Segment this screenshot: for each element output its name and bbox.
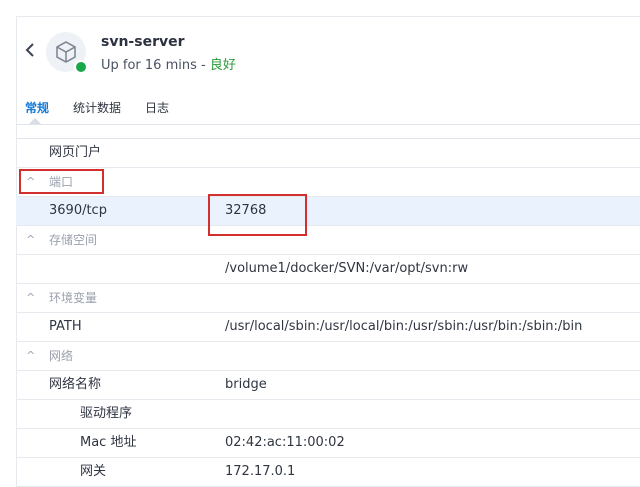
table-row-port[interactable]: 3690/tcp 32768	[16, 197, 640, 226]
chevron-up-icon: ^	[26, 349, 36, 362]
row-key: 网关	[80, 464, 107, 479]
section-label: 端口	[49, 175, 74, 189]
row-key: Mac 地址	[80, 435, 137, 450]
row-key: 驱动程序	[80, 406, 133, 421]
section-label: 存储空间	[49, 233, 98, 247]
tab-logs[interactable]: 日志	[145, 99, 169, 116]
chevron-up-icon: ^	[26, 291, 36, 304]
cube-icon	[56, 41, 76, 63]
container-name: svn-server	[101, 34, 185, 50]
row-value: /volume1/docker/SVN:/var/opt/svn:rw	[225, 261, 469, 276]
table-row-mac[interactable]: Mac 地址 02:42:ac:11:00:02	[16, 429, 640, 458]
table-row-gateway[interactable]: 网关 172.17.0.1	[16, 458, 640, 487]
chevron-left-icon[interactable]	[24, 42, 38, 60]
row-key: 网络名称	[49, 377, 102, 392]
details-grid: 网页门户 ^ 端口 3690/tcp 32768 ^ 存储空间 /volume1…	[16, 139, 640, 487]
table-row-network-name[interactable]: 网络名称 bridge	[16, 371, 640, 400]
section-label: 环境变量	[49, 291, 98, 305]
table-row-storage[interactable]: /volume1/docker/SVN:/var/opt/svn:rw	[16, 255, 640, 284]
tab-divider	[16, 124, 640, 125]
row-key: 3690/tcp	[49, 203, 107, 218]
tab-general[interactable]: 常规	[25, 99, 49, 116]
row-value: 02:42:ac:11:00:02	[225, 435, 345, 450]
status-indicator	[74, 60, 88, 74]
row-value: 172.17.0.1	[225, 464, 296, 479]
row-value: /usr/local/sbin:/usr/local/bin:/usr/sbin…	[225, 319, 583, 334]
tab-statistics[interactable]: 统计数据	[73, 99, 121, 116]
chevron-up-icon: ^	[26, 233, 36, 246]
section-header-ports[interactable]: ^ 端口	[16, 168, 640, 197]
row-value: 32768	[225, 203, 267, 218]
row-value: bridge	[225, 377, 267, 392]
section-label: 网络	[49, 349, 74, 363]
row-key: PATH	[49, 319, 82, 334]
section-header-env[interactable]: ^ 环境变量	[16, 284, 640, 313]
table-row-path[interactable]: PATH /usr/local/sbin:/usr/local/bin:/usr…	[16, 313, 640, 342]
table-row-driver[interactable]: 驱动程序	[16, 400, 640, 429]
uptime-text: Up for 16 mins	[101, 58, 197, 73]
container-status: Up for 16 mins - 良好	[101, 54, 236, 73]
chevron-up-icon: ^	[26, 175, 36, 188]
status-separator: -	[196, 58, 210, 73]
row-key: 网页门户	[49, 145, 102, 160]
table-row-web-portal[interactable]: 网页门户	[16, 139, 640, 168]
health-status: 良好	[209, 58, 236, 73]
section-header-network[interactable]: ^ 网络	[16, 342, 640, 371]
section-header-storage[interactable]: ^ 存储空间	[16, 226, 640, 255]
